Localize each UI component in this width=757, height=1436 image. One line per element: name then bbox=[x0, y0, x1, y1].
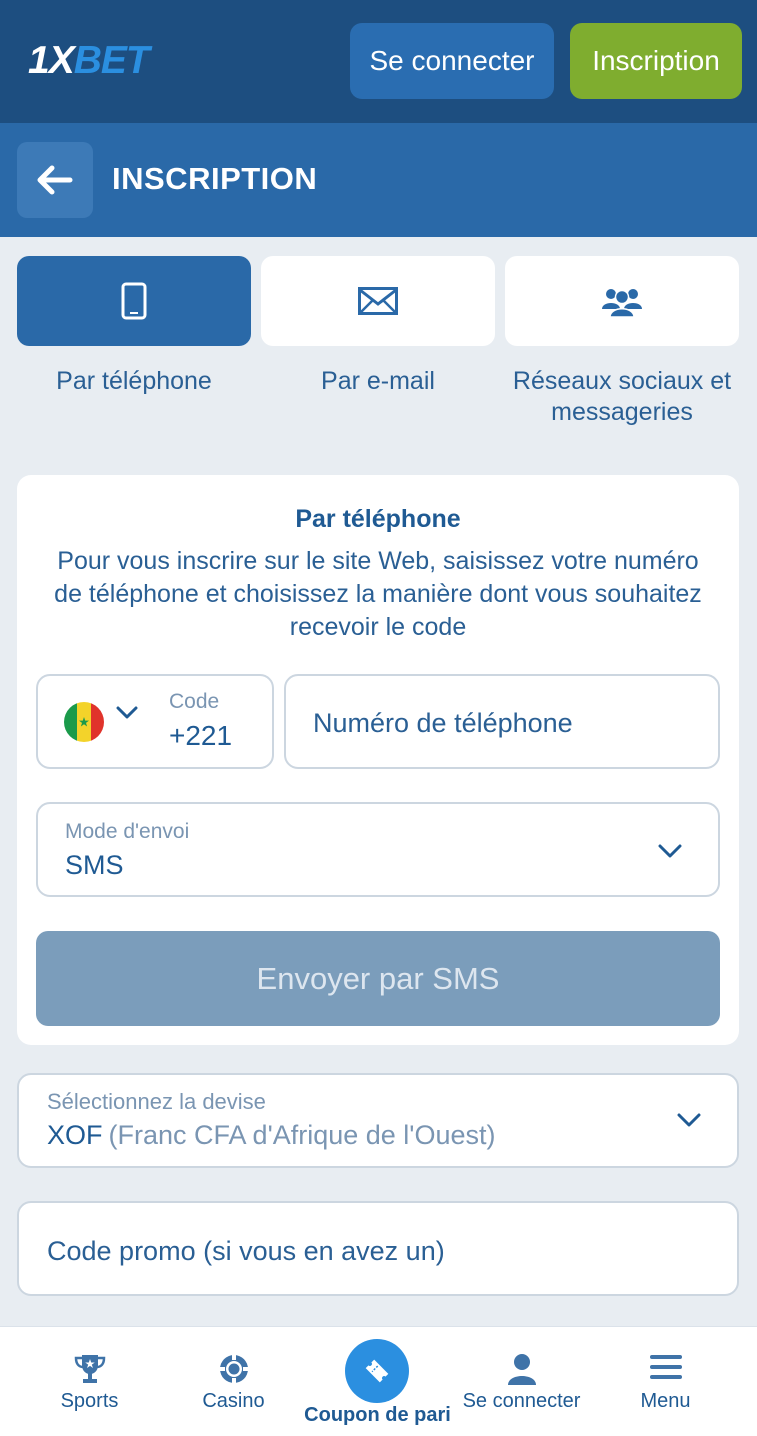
chevron-down-icon bbox=[116, 706, 138, 719]
tab-social-label-line2: messageries bbox=[551, 398, 693, 426]
register-button[interactable]: Inscription bbox=[570, 23, 742, 99]
currency-value: XOF (Franc CFA d'Afrique de l'Ouest) bbox=[47, 1120, 495, 1151]
send-sms-button[interactable]: Envoyer par SMS bbox=[36, 931, 720, 1026]
user-icon bbox=[507, 1354, 536, 1385]
trophy-icon bbox=[74, 1355, 105, 1383]
menu-icon bbox=[649, 1355, 682, 1379]
country-code-select[interactable]: Code +221 bbox=[36, 674, 274, 769]
people-icon bbox=[602, 289, 642, 317]
envelope-icon bbox=[358, 287, 398, 315]
card-title: Par téléphone bbox=[295, 505, 461, 533]
nav-casino-label: Casino bbox=[202, 1390, 265, 1412]
send-mode-select[interactable]: Mode d'envoi SMS bbox=[36, 802, 720, 897]
tab-social-label-line1: Réseaux sociaux et bbox=[512, 367, 732, 395]
page-title: INSCRIPTION bbox=[112, 161, 318, 196]
promo-code-placeholder: Code promo (si vous en avez un) bbox=[47, 1236, 445, 1266]
casino-chip-icon bbox=[219, 1355, 248, 1383]
tab-social[interactable] bbox=[505, 256, 739, 346]
logo-part-2: BET bbox=[73, 39, 150, 82]
nav-bet-slip[interactable]: Coupon de pari bbox=[302, 1327, 453, 1436]
logo-part-1: 1X bbox=[28, 39, 75, 82]
nav-casino[interactable]: Casino bbox=[158, 1327, 309, 1436]
senegal-flag-icon bbox=[64, 702, 104, 742]
tab-email-label[interactable]: Par e-mail bbox=[258, 366, 498, 397]
nav-bet-slip-label: Coupon de pari bbox=[304, 1404, 451, 1426]
send-mode-label: Mode d'envoi bbox=[65, 820, 190, 843]
ticket-icon bbox=[365, 1359, 389, 1383]
nav-menu[interactable]: Menu bbox=[590, 1327, 741, 1436]
chevron-down-icon bbox=[658, 844, 682, 858]
tab-phone[interactable] bbox=[17, 256, 251, 346]
phone-icon bbox=[121, 282, 147, 320]
bottom-nav: Sports Casino Coupon de pari Se connecte… bbox=[0, 1326, 757, 1436]
nav-menu-label: Menu bbox=[640, 1390, 691, 1412]
card-description: Pour vous inscrire sur le site Web, sais… bbox=[54, 547, 702, 641]
logo[interactable]: 1X BET bbox=[28, 38, 150, 84]
currency-label: Sélectionnez la devise bbox=[47, 1089, 266, 1114]
nav-sports-label: Sports bbox=[60, 1390, 119, 1412]
chevron-down-icon bbox=[677, 1113, 701, 1127]
nav-login[interactable]: Se connecter bbox=[446, 1327, 597, 1436]
back-button[interactable] bbox=[17, 142, 93, 218]
registration-card: Par téléphone Pour vous inscrire sur le … bbox=[17, 475, 739, 1045]
nav-sports[interactable]: Sports bbox=[14, 1327, 165, 1436]
currency-name: (Franc CFA d'Afrique de l'Ouest) bbox=[108, 1120, 496, 1150]
phone-number-placeholder: Numéro de téléphone bbox=[313, 708, 573, 738]
back-arrow-icon bbox=[37, 165, 73, 195]
top-bar: 1X BET Se connecter Inscription bbox=[0, 0, 757, 123]
login-button[interactable]: Se connecter bbox=[350, 23, 554, 99]
tab-social-label[interactable]: Réseaux sociaux et messageries bbox=[502, 366, 742, 428]
promo-code-field[interactable]: Code promo (si vous en avez un) bbox=[17, 1201, 739, 1296]
page-header: INSCRIPTION bbox=[0, 123, 757, 237]
code-label: Code bbox=[169, 690, 220, 713]
nav-login-label: Se connecter bbox=[462, 1390, 581, 1412]
code-value: +221 bbox=[169, 720, 233, 751]
currency-code: XOF bbox=[47, 1120, 103, 1150]
tab-email[interactable] bbox=[261, 256, 495, 346]
tab-phone-label[interactable]: Par téléphone bbox=[14, 366, 254, 397]
phone-number-field[interactable]: Numéro de téléphone bbox=[284, 674, 720, 769]
currency-select[interactable]: Sélectionnez la devise XOF (Franc CFA d'A… bbox=[17, 1073, 739, 1168]
send-mode-value: SMS bbox=[65, 850, 124, 880]
bet-slip-fab[interactable] bbox=[345, 1339, 409, 1403]
